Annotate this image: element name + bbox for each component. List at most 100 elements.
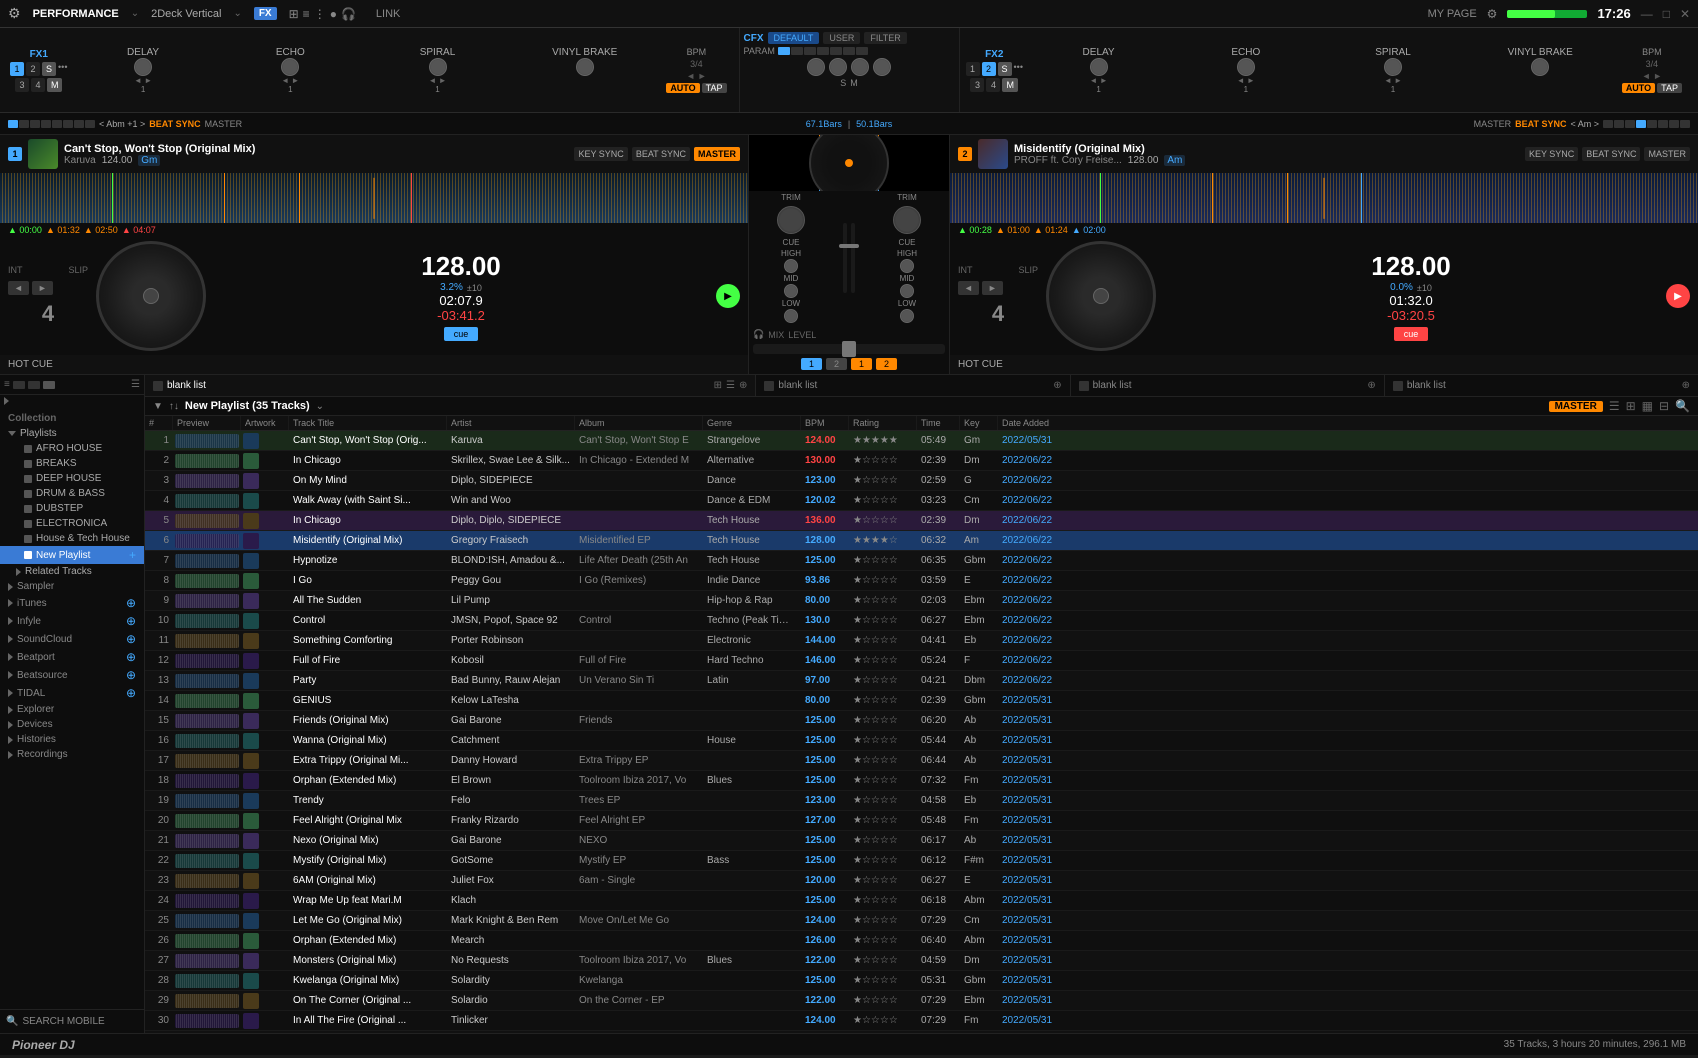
deck2-master-btn[interactable]: MASTER: [1644, 147, 1690, 161]
track-row[interactable]: 11 Something Comforting Porter Robinson …: [145, 631, 1698, 651]
maximize-icon[interactable]: □: [1663, 7, 1670, 21]
low-l-knob[interactable]: [784, 309, 798, 323]
cfx-m-btn[interactable]: M: [850, 78, 858, 88]
track-row[interactable]: 26 Orphan (Extended Mix) Mearch 126.00 ★…: [145, 931, 1698, 951]
deck1-master-btn[interactable]: MASTER: [694, 147, 740, 161]
headphone-icon[interactable]: 🎧: [341, 7, 356, 21]
d1-beat-1[interactable]: [8, 120, 18, 128]
sidebar-itunes[interactable]: iTunes ⊕: [0, 594, 144, 612]
fader-right[interactable]: [851, 223, 855, 293]
track-row[interactable]: 24 Wrap Me Up feat Mari.M Klach 125.00 ★…: [145, 891, 1698, 911]
pl-afro-house[interactable]: AFRO HOUSE: [0, 441, 144, 456]
list-icon[interactable]: ≡: [303, 7, 310, 21]
pl-new-playlist[interactable]: New Playlist +: [0, 546, 144, 564]
fx1-auto-btn[interactable]: AUTO: [666, 83, 699, 93]
col-rating-hdr[interactable]: Rating: [849, 416, 917, 430]
track-row[interactable]: 21 Nexo (Original Mix) Gai Barone NEXO 1…: [145, 831, 1698, 851]
deck2-cue-btn[interactable]: cue: [1394, 327, 1429, 341]
track-row[interactable]: 19 Trendy Felo Trees EP 123.00 ★☆☆☆☆ 04:…: [145, 791, 1698, 811]
track-row[interactable]: 6 Misidentify (Original Mix) Gregory Fra…: [145, 531, 1698, 551]
col-num-hdr[interactable]: #: [145, 416, 173, 430]
deck2-cue-4[interactable]: ▲ 02:00: [1072, 225, 1106, 235]
d1-beat-6[interactable]: [63, 120, 73, 128]
trim-r-knob[interactable]: [893, 206, 921, 234]
gear-icon[interactable]: ⚙: [8, 5, 21, 22]
deck1-prev-beat[interactable]: ◄: [8, 281, 29, 295]
track-row[interactable]: 18 Orphan (Extended Mix) El Brown Toolro…: [145, 771, 1698, 791]
track-row[interactable]: 3 On My Mind Diplo, SIDEPIECE Dance 123.…: [145, 471, 1698, 491]
tab4-icon[interactable]: ⊕: [1682, 380, 1690, 391]
track-row[interactable]: 16 Wanna (Original Mix) Catchment House …: [145, 731, 1698, 751]
sidebar-view-1[interactable]: [13, 381, 25, 389]
deck1-platter[interactable]: [96, 241, 206, 351]
level-btn[interactable]: LEVEL: [788, 330, 816, 340]
main-tab-icon3[interactable]: ⊕: [739, 380, 747, 391]
deck1-beat-sync-btn[interactable]: BEAT SYNC: [632, 147, 690, 161]
fx2-delay-arrow[interactable]: ◄ ►: [1090, 76, 1108, 85]
fx2-num-3[interactable]: 3: [970, 78, 984, 92]
pl-electronica[interactable]: ELECTRONICA: [0, 516, 144, 531]
infyle-add-icon[interactable]: ⊕: [126, 614, 136, 628]
search-mobile-btn[interactable]: 🔍 SEARCH MOBILE: [0, 1009, 144, 1033]
track-row[interactable]: 8 I Go Peggy Gou I Go (Remixes) Indie Da…: [145, 571, 1698, 591]
bs-add-icon[interactable]: ⊕: [126, 668, 136, 682]
sidebar-beatport[interactable]: Beatport ⊕: [0, 648, 144, 666]
col-genre-hdr[interactable]: Genre: [703, 416, 801, 430]
fx1-tap-btn[interactable]: TAP: [702, 83, 727, 93]
deck-btn-4[interactable]: 2: [876, 358, 897, 370]
d2-beat-3[interactable]: [1625, 120, 1635, 128]
high-r-knob[interactable]: [900, 259, 914, 273]
fader-left[interactable]: [843, 223, 847, 293]
settings-icon[interactable]: ⚙: [1487, 7, 1498, 21]
deck2-beat-sync[interactable]: BEAT SYNC: [1515, 119, 1566, 129]
low-r-knob[interactable]: [900, 309, 914, 323]
deck1-beat-sync[interactable]: BEAT SYNC: [149, 119, 200, 129]
view-list-icon[interactable]: ☰: [1609, 399, 1620, 413]
sidebar-beatsource[interactable]: Beatsource ⊕: [0, 666, 144, 684]
deck2-prev-beat[interactable]: ◄: [958, 281, 979, 295]
col-bpm-hdr[interactable]: BPM: [801, 416, 849, 430]
deck2-platter[interactable]: [1046, 241, 1156, 351]
fx2-tap-btn[interactable]: TAP: [1657, 83, 1682, 93]
my-page[interactable]: MY PAGE: [1428, 8, 1477, 20]
deck1-key-sync-btn[interactable]: KEY SYNC: [574, 147, 627, 161]
track-row[interactable]: 20 Feel Alright (Original Mix Franky Riz…: [145, 811, 1698, 831]
view-cover-icon[interactable]: ⊟: [1659, 399, 1669, 413]
pl-new-add-icon[interactable]: +: [129, 548, 136, 562]
beat-3[interactable]: [804, 47, 816, 55]
itunes-add-icon[interactable]: ⊕: [126, 596, 136, 610]
playlist-expand-icon[interactable]: ⌄: [316, 401, 324, 412]
main-panel-tab[interactable]: blank list ⊞ ☰ ⊕: [145, 375, 756, 396]
deck1-cue-1[interactable]: ▲ 00:00: [8, 225, 42, 235]
sort-icon[interactable]: ↑↓: [169, 401, 179, 412]
sidebar-recordings[interactable]: Recordings: [0, 747, 144, 762]
d2-beat-2[interactable]: [1614, 120, 1624, 128]
col-key-hdr[interactable]: Key: [960, 416, 998, 430]
view-grid-icon[interactable]: ⊞: [1626, 399, 1636, 413]
fx1-s[interactable]: S: [42, 62, 56, 76]
col-title-hdr[interactable]: Track Title: [289, 416, 447, 430]
d1-beat-4[interactable]: [41, 120, 51, 128]
deck2-cue-2[interactable]: ▲ 01:00: [996, 225, 1030, 235]
related-tracks[interactable]: Related Tracks: [0, 564, 144, 579]
d2-beat-4[interactable]: [1636, 120, 1646, 128]
grid-icon[interactable]: ⊞: [289, 7, 299, 21]
cfx-s-btn[interactable]: S: [840, 78, 846, 88]
performance-mode[interactable]: PERFORMANCE: [33, 8, 119, 20]
fx2-delay-knob[interactable]: [1090, 58, 1108, 76]
close-icon[interactable]: ✕: [1680, 7, 1690, 21]
deck1-next-beat[interactable]: ►: [32, 281, 53, 295]
fx1-num-1[interactable]: 1: [10, 62, 24, 76]
sidebar-menu-icon[interactable]: ≡: [4, 379, 10, 390]
track-row[interactable]: 9 All The Sudden Lil Pump Hip-hop & Rap …: [145, 591, 1698, 611]
deck1-master[interactable]: MASTER: [205, 119, 243, 129]
cfx-knob-4[interactable]: [873, 58, 891, 76]
fx2-spiral-arrow[interactable]: ◄ ►: [1384, 76, 1402, 85]
deck2-cue-1[interactable]: ▲ 00:28: [958, 225, 992, 235]
fx1-num-4[interactable]: 4: [31, 78, 45, 92]
playlists-header[interactable]: Playlists: [0, 426, 144, 441]
fx1-spiral-knob[interactable]: [429, 58, 447, 76]
minimize-icon[interactable]: —: [1641, 7, 1653, 21]
deck2-key-sync-btn[interactable]: KEY SYNC: [1525, 147, 1578, 161]
track-row[interactable]: 15 Friends (Original Mix) Gai Barone Fri…: [145, 711, 1698, 731]
